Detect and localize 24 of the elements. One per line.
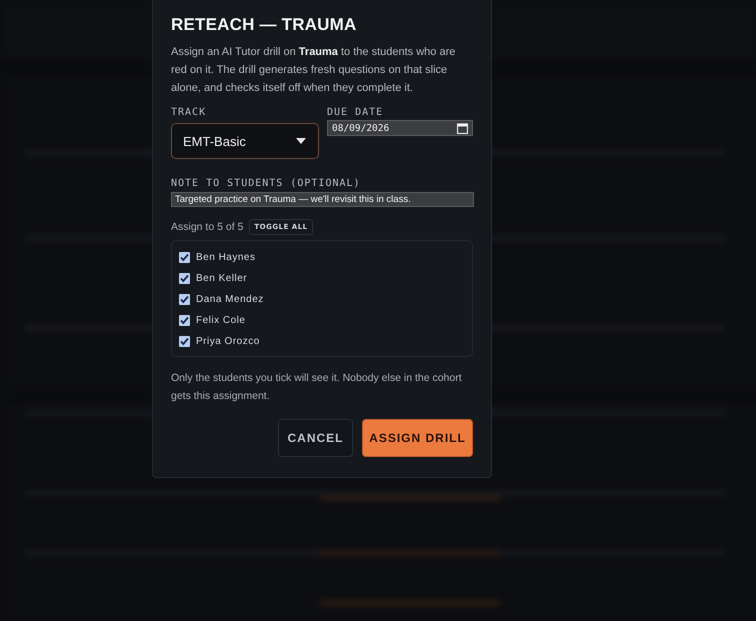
due-date-label: DUE DATE xyxy=(327,107,384,118)
checkbox[interactable] xyxy=(179,252,190,263)
student-name[interactable]: Felix Cole xyxy=(196,315,246,326)
checkbox[interactable] xyxy=(179,315,190,326)
checkbox[interactable] xyxy=(179,294,190,305)
track-label: TRACK xyxy=(171,107,206,118)
cancel-button[interactable]: CANCEL xyxy=(278,419,353,457)
due-date-field[interactable]: 08/09/2026 xyxy=(327,120,473,136)
assign-drill-button[interactable]: ASSIGN DRILL xyxy=(362,419,473,457)
student-name[interactable]: Ben Keller xyxy=(196,273,248,284)
checkbox[interactable] xyxy=(179,273,190,284)
calendar-icon[interactable] xyxy=(457,122,468,134)
student-name[interactable]: Priya Orozco xyxy=(196,336,260,347)
note-field[interactable]: Targeted practice on Trauma — we'll revisit this in class. xyxy=(171,192,474,207)
dialog-description: Assign an AI Tutor drill on Trauma to the students who are red on it. The drill generates fresh questions on that slice alone, and checks itself off when they complete it. xyxy=(171,45,456,96)
dialog-title: RETEACH — TRAUMA xyxy=(171,15,358,35)
student-name[interactable]: Dana Mendez xyxy=(196,294,264,305)
note-label: NOTE TO STUDENTS (OPTIONAL) xyxy=(171,178,362,189)
student-name[interactable]: Ben Haynes xyxy=(196,252,256,263)
checkbox[interactable] xyxy=(179,336,190,347)
helper-text: Only the students you tick will see it. Nobody else in the cohort gets this assignment. xyxy=(171,371,463,404)
caret-icon xyxy=(296,138,306,144)
assign-count: Assign to 5 of 5 xyxy=(171,221,244,233)
track-dropdown[interactable]: EMT-Basic xyxy=(171,123,319,159)
